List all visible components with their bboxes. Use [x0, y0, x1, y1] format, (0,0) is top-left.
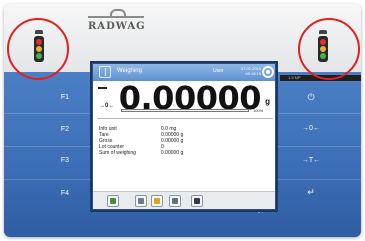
report-icon[interactable]: [191, 195, 203, 207]
info-label: Sum of weighing: [99, 150, 136, 156]
print-enter-key[interactable]: ↵: [294, 187, 328, 198]
display-toolbar: [93, 191, 275, 209]
f1-key[interactable]: F1: [48, 94, 82, 101]
info-value: 0.00000 g: [161, 150, 184, 156]
radwag-logo: RADWAG: [88, 9, 145, 34]
info-values: 0.0 mg 0.00000 g 0.00000 g 0 0.00000 g: [161, 126, 183, 156]
f4-key[interactable]: F4: [48, 190, 82, 197]
datetime: 07.01.2014 09:18:15: [231, 66, 261, 76]
info-labels: Info unit Tare Gross Lot counter Sum of …: [99, 126, 136, 156]
power-key[interactable]: ⏻: [294, 92, 328, 103]
weight-unit: g: [265, 97, 270, 106]
mode-title: Weighing: [117, 68, 142, 74]
time-text: 09:18:15: [245, 71, 261, 76]
tare-key[interactable]: →T←: [294, 157, 328, 164]
user-label[interactable]: User: [213, 68, 224, 74]
terminal-display: Weighing User 07.01.2014 09:18:15 0.0000…: [92, 63, 276, 210]
load-bargraph: [121, 109, 249, 112]
level-indicator-icon: [98, 85, 107, 89]
bar-max-label: 100%: [253, 108, 264, 113]
strip-text: 1.5 MP: [288, 75, 301, 80]
f3-key[interactable]: F3: [48, 157, 82, 164]
highlight-circle-left: [7, 18, 69, 80]
tools-icon[interactable]: [107, 195, 119, 207]
f2-key[interactable]: F2: [48, 126, 82, 133]
highlight-circle-right: [298, 18, 360, 80]
zero-marker: →0←: [99, 103, 115, 109]
settings-gear-icon[interactable]: [262, 66, 274, 78]
balance-icon: [99, 66, 111, 78]
info-value: 0.00000 g: [161, 138, 184, 144]
zero-key[interactable]: →0←: [294, 125, 328, 132]
divider: [97, 118, 273, 119]
database-icon[interactable]: [151, 195, 163, 207]
print-icon[interactable]: [169, 195, 181, 207]
scale-icon[interactable]: [135, 195, 147, 207]
